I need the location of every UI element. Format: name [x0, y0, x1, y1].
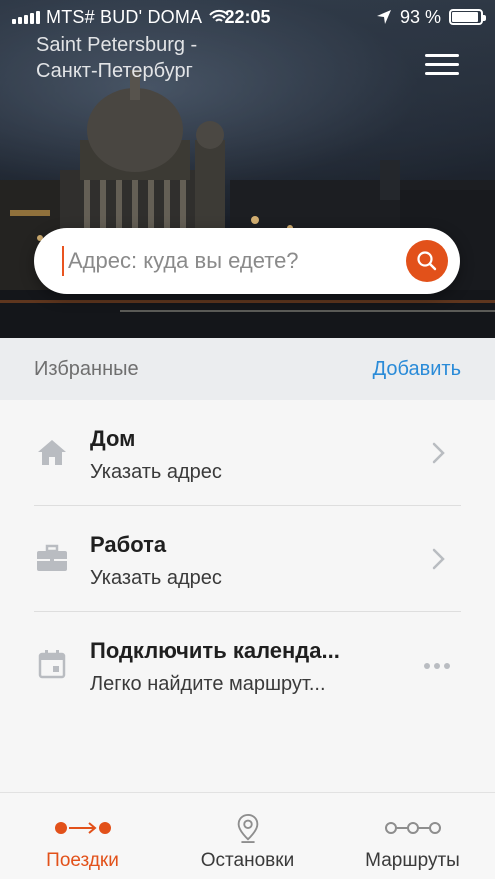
- city-name-en: Saint Petersburg -: [36, 34, 198, 56]
- city-name-ru: Санкт-Петербург: [36, 60, 193, 82]
- calendar-icon: [38, 650, 66, 679]
- add-favorite-button[interactable]: Добавить: [373, 358, 461, 381]
- tab-label: Маршруты: [365, 850, 460, 871]
- map-pin-icon: [237, 813, 258, 843]
- chevron-right-icon: [432, 548, 445, 570]
- favorite-item-work[interactable]: Работа Указать адрес: [34, 506, 461, 612]
- status-bar: MTS# BUD' DOMA 22:05 93 %: [0, 0, 495, 34]
- search-icon: [417, 251, 437, 271]
- briefcase-icon: [37, 544, 67, 571]
- chevron-right-icon: [432, 442, 445, 464]
- favorites-list: Дом Указать адрес Работа Указать адрес П…: [0, 400, 495, 718]
- search-input[interactable]: [68, 248, 398, 274]
- search-bar[interactable]: [34, 228, 460, 294]
- favorite-subtitle: Легко найдите маршрут...: [90, 673, 326, 695]
- favorite-title: Подключить календа...: [90, 638, 340, 663]
- tab-routes[interactable]: Маршруты: [330, 793, 495, 879]
- tab-trips[interactable]: Поездки: [0, 793, 165, 879]
- city-selector[interactable]: Saint Petersburg - Санкт-Петербург: [36, 32, 197, 84]
- routes-icon: [384, 822, 441, 834]
- bottom-tab-bar: Поездки Остановки Маршруты: [0, 792, 495, 879]
- favorite-subtitle: Указать адрес: [90, 567, 222, 589]
- search-button[interactable]: [406, 240, 448, 282]
- location-arrow-icon: [376, 10, 391, 24]
- tab-stops[interactable]: Остановки: [165, 793, 330, 879]
- tab-label: Остановки: [200, 850, 295, 871]
- more-dots-icon[interactable]: [423, 662, 451, 670]
- favorite-subtitle: Указать адрес: [90, 461, 222, 483]
- battery-fill: [452, 12, 479, 22]
- favorite-title: Дом: [90, 426, 136, 451]
- text-cursor: [62, 246, 64, 276]
- signal-strength-icon: [12, 10, 40, 24]
- hamburger-menu-icon[interactable]: [425, 54, 459, 76]
- favorite-item-calendar[interactable]: Подключить календа... Легко найдите марш…: [34, 612, 461, 718]
- favorite-item-home[interactable]: Дом Указать адрес: [34, 400, 461, 506]
- battery-icon: [449, 9, 486, 25]
- tab-label: Поездки: [46, 850, 119, 871]
- carrier-name: MTS# BUD' DOMA: [46, 6, 203, 27]
- favorites-header: Избранные Добавить: [0, 338, 495, 400]
- home-icon: [38, 440, 66, 465]
- battery-percentage: 93 %: [399, 6, 441, 27]
- favorite-title: Работа: [90, 532, 167, 557]
- clock: 22:05: [224, 7, 271, 27]
- trips-icon: [54, 822, 111, 834]
- favorites-title: Избранные: [34, 357, 139, 380]
